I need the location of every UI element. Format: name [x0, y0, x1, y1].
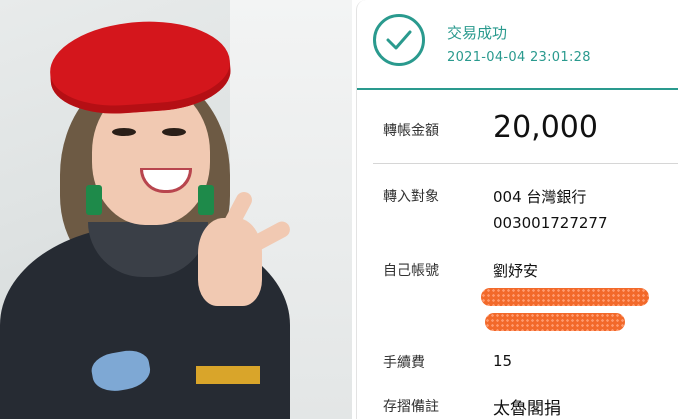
redacted-account-line-2 [485, 313, 625, 331]
left-eye [112, 128, 136, 136]
transaction-timestamp: 2021-04-04 23:01:28 [447, 50, 591, 65]
recipient-label: 轉入對象 [383, 189, 439, 205]
left-earring [86, 185, 102, 215]
fee-value: 15 [493, 352, 513, 370]
right-earring [198, 185, 214, 215]
status-header: 交易成功 2021-04-04 23:01:28 [357, 0, 678, 90]
hand [198, 218, 262, 306]
check-circle-icon [373, 14, 425, 66]
divider [373, 163, 678, 164]
recipient-account: 003001727277 [493, 214, 608, 232]
amount-value: 20,000 [493, 110, 598, 145]
own-account-label: 自己帳號 [383, 263, 439, 279]
transfer-receipt: 交易成功 2021-04-04 23:01:28 轉帳金額 20,000 轉入對… [356, 0, 678, 419]
photo-panel [0, 0, 352, 419]
fee-label: 手續費 [383, 355, 425, 371]
right-eye [162, 128, 186, 136]
recipient-bank: 004 台灣銀行 [493, 188, 587, 206]
amount-label: 轉帳金額 [383, 123, 439, 139]
status-title: 交易成功 [447, 24, 508, 42]
own-account-name: 劉妤安 [493, 262, 539, 280]
memo-value: 太魯閣捐 [493, 399, 561, 419]
header-divider [357, 88, 678, 90]
memo-label: 存摺備註 [383, 399, 439, 415]
sleeve-stripe [196, 366, 260, 384]
redacted-account-line-1 [481, 288, 649, 306]
